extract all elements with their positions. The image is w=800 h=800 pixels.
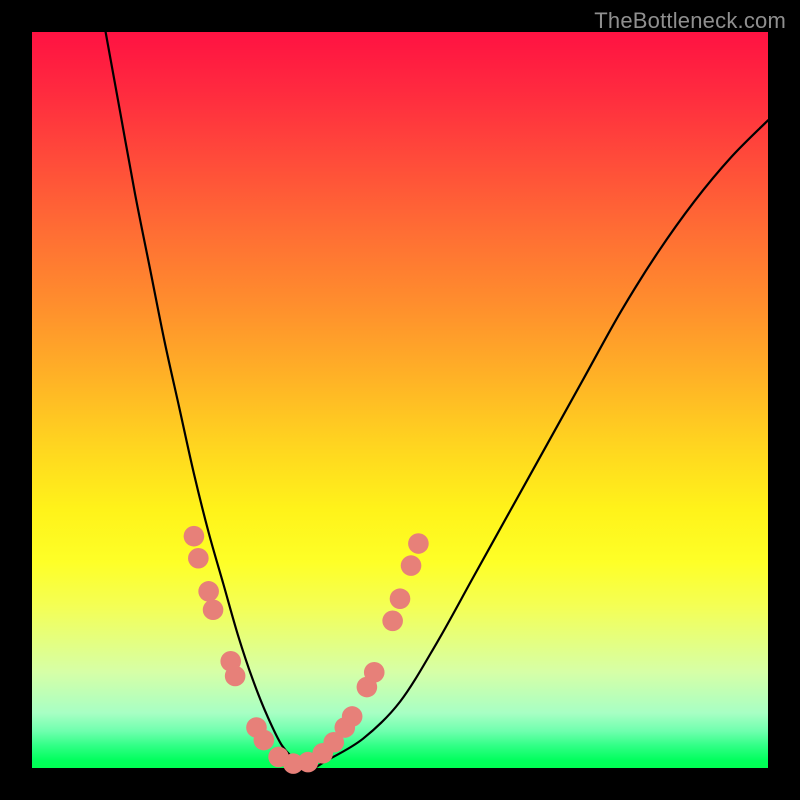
chart-frame: TheBottleneck.com	[0, 0, 800, 800]
highlight-dot	[401, 555, 422, 576]
highlight-dot	[382, 611, 403, 632]
plot-area	[32, 32, 768, 768]
highlight-dot	[254, 730, 275, 751]
highlight-dot	[342, 706, 363, 727]
highlight-dot	[203, 599, 224, 620]
curve-path	[106, 32, 768, 768]
bottleneck-curve	[106, 32, 768, 768]
highlight-dot	[408, 533, 429, 554]
highlight-dot	[225, 666, 246, 687]
watermark-text: TheBottleneck.com	[594, 8, 786, 34]
curve-layer	[32, 32, 768, 768]
highlight-dot	[364, 662, 385, 683]
highlight-dot	[188, 548, 209, 569]
highlight-dot	[198, 581, 219, 602]
highlight-dot	[390, 588, 411, 609]
highlight-dots	[184, 526, 429, 774]
highlight-dot	[184, 526, 205, 547]
